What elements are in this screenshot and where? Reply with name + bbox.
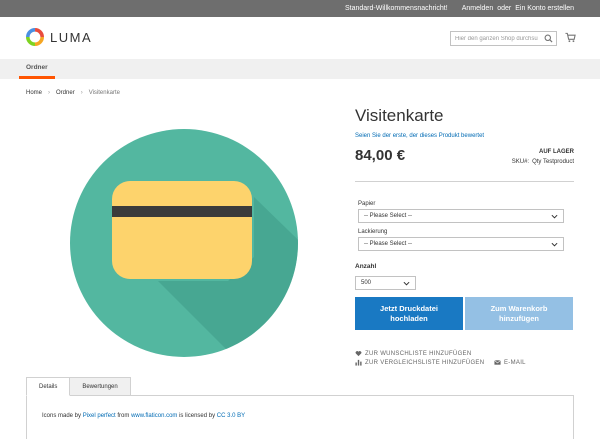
email-label: E-MAIL: [504, 359, 526, 366]
product-tabs: Details Bewertungen: [26, 377, 131, 396]
cart-button-line1: Zum Warenkorb: [490, 304, 548, 314]
login-link[interactable]: Anmelden: [462, 5, 494, 12]
credits-text: is licensed by: [179, 413, 216, 419]
search-icon[interactable]: [544, 34, 553, 43]
breadcrumb-separator-icon: ›: [48, 90, 51, 96]
papier-select-value: -- Please Select --: [364, 213, 413, 219]
lackierung-select-value: -- Please Select --: [364, 241, 413, 247]
breadcrumb-category[interactable]: Ordner: [56, 90, 75, 96]
lackierung-label: Lackierung: [358, 229, 388, 235]
papier-label: Papier: [358, 201, 376, 207]
qty-select-value: 500: [361, 280, 372, 286]
chevron-down-icon: [403, 281, 410, 286]
credits-text: Icons made by: [42, 413, 82, 419]
search-box[interactable]: [450, 31, 557, 46]
add-to-cart-button[interactable]: Zum Warenkorb hinzufügen: [465, 297, 573, 330]
add-to-wishlist-link[interactable]: ZUR WUNSCHLISTE HINZUFÜGEN: [355, 350, 471, 357]
lackierung-select[interactable]: -- Please Select --: [358, 237, 564, 251]
heart-icon: [355, 351, 362, 357]
product-title: Visitenkarte: [355, 106, 444, 125]
tab-reviews[interactable]: Bewertungen: [69, 377, 131, 396]
email-link[interactable]: E-MAIL: [494, 359, 526, 366]
license-link[interactable]: CC 3.0 BY: [217, 413, 245, 419]
register-link[interactable]: Ein Konto erstellen: [515, 5, 574, 12]
welcome-message: Standard-Willkommensnachricht!: [344, 5, 448, 12]
cart-button-line2: hinzufügen: [499, 313, 539, 323]
upload-button-line2: hochladen: [390, 313, 428, 323]
top-links: Standard-Willkommensnachricht! Anmelden …: [345, 0, 574, 17]
sku: SKU#: Qty Testproduct: [512, 159, 574, 165]
top-bar: Standard-Willkommensnachricht! Anmelden …: [0, 0, 600, 17]
chevron-down-icon: [551, 214, 558, 219]
breadcrumb-current: Visitenkarte: [88, 90, 120, 96]
breadcrumb-separator-icon: ›: [80, 90, 83, 96]
tab-details[interactable]: Details: [26, 377, 71, 396]
chevron-down-icon: [551, 242, 558, 247]
header: LUMA: [0, 17, 600, 59]
credits-text: from: [117, 413, 130, 419]
author-link[interactable]: Pixel perfect: [83, 413, 116, 419]
flaticon-link[interactable]: www.flaticon.com: [131, 413, 177, 419]
divider: [355, 181, 574, 182]
breadcrumb-home[interactable]: Home: [26, 90, 42, 96]
stock-status: AUF LAGER: [539, 149, 574, 155]
sku-value: Qty Testproduct: [532, 159, 574, 165]
tab-panel-details: Icons made by Pixel perfect from www.fla…: [26, 395, 574, 439]
compare-chart-icon: [355, 359, 362, 366]
wishlist-label: ZUR WUNSCHLISTE HINZUFÜGEN: [365, 350, 472, 357]
qty-label: Anzahl: [355, 263, 377, 270]
credit-card-icon: [112, 181, 252, 279]
logo[interactable]: LUMA: [26, 28, 92, 46]
product-image[interactable]: [70, 129, 298, 357]
breadcrumb: Home › Ordner › Visitenkarte: [26, 90, 120, 96]
main-nav: Ordner: [0, 59, 600, 79]
compare-label: ZUR VERGLEICHSLISTE HINZUFÜGEN: [365, 359, 485, 366]
luma-logo-icon: [26, 28, 44, 46]
cart-icon[interactable]: [565, 32, 576, 43]
brand-name: LUMA: [50, 29, 93, 45]
sku-label: SKU#:: [511, 159, 530, 165]
icon-credits: Icons made by Pixel perfect from www.fla…: [42, 413, 245, 419]
search-input[interactable]: [455, 35, 545, 42]
papier-select[interactable]: -- Please Select --: [358, 209, 564, 223]
review-link[interactable]: Seien Sie der erste, der dieses Produkt …: [355, 133, 484, 139]
product-price: 84,00 €: [355, 147, 406, 164]
or-text: oder: [497, 5, 512, 12]
envelope-icon: [494, 360, 501, 365]
nav-item-ordner[interactable]: Ordner: [19, 59, 55, 79]
add-to-compare-link[interactable]: ZUR VERGLEICHSLISTE HINZUFÜGEN: [355, 359, 484, 366]
upload-print-file-button[interactable]: Jetzt Druckdatei hochladen: [355, 297, 463, 330]
qty-select[interactable]: 500: [355, 276, 416, 290]
upload-button-line1: Jetzt Druckdatei: [380, 304, 438, 314]
